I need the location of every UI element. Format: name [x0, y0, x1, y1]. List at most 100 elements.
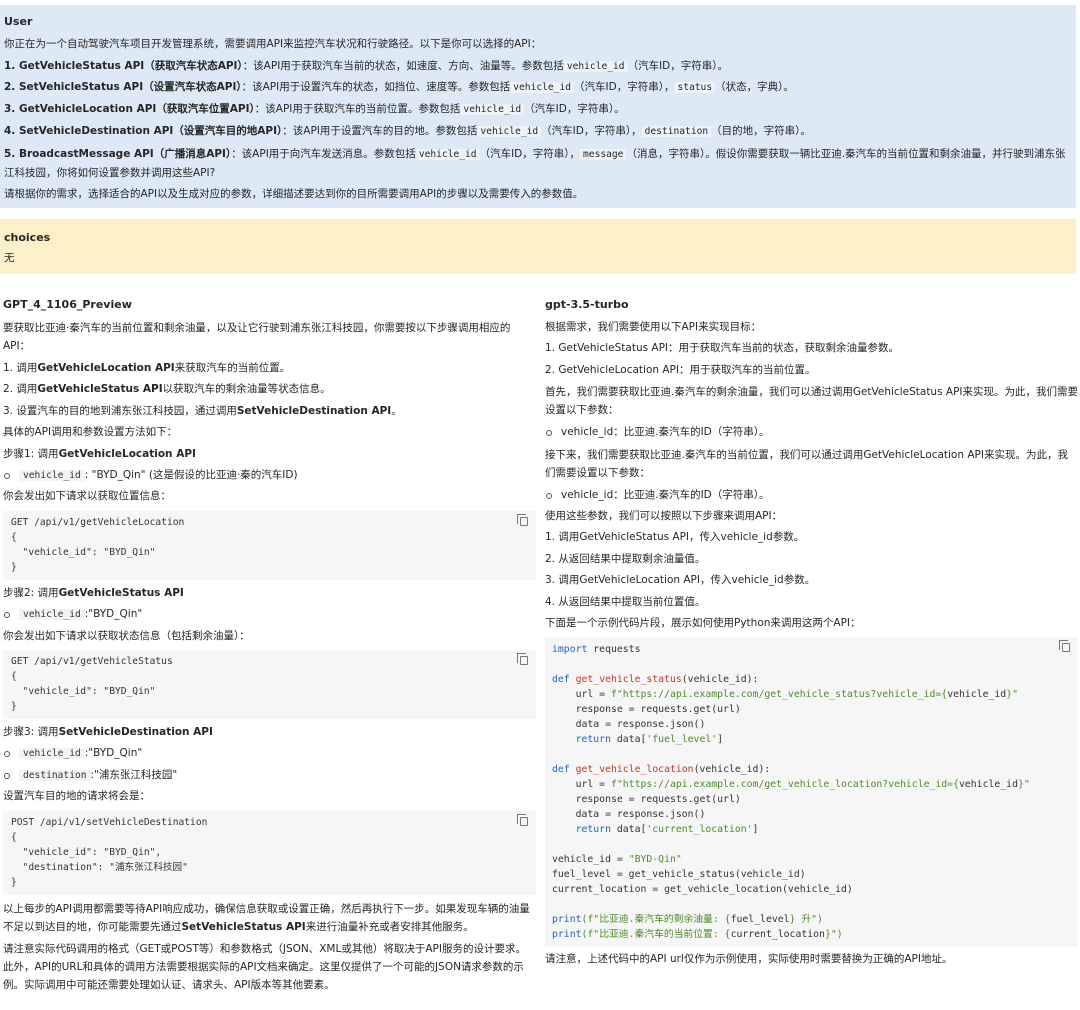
paragraph: 设置汽车目的地的请求将会是： [3, 790, 150, 803]
code-token: }" [1006, 689, 1018, 701]
paragraph: 使用这些参数，我们可以按照以下步骤来调用API： [545, 510, 783, 523]
code-token: fuel_level [730, 914, 790, 926]
text: 3. 设置汽车的目的地到浦东张江科技园，通过调用 [3, 404, 237, 417]
code-token: (f"比亚迪.秦汽车的当前位置: { [581, 929, 731, 941]
code-token: (vehicle_id): [693, 764, 771, 776]
code-token: print [552, 929, 582, 941]
code-token: 'current_location' [646, 824, 753, 836]
text: 来进行油量补充或者安排其他服务。 [305, 920, 474, 933]
code-block: GET /api/v1/getVehicleStatus { "vehicle_… [3, 650, 536, 720]
code-token: f"https://api.example.com/get_vehicle_st… [610, 689, 948, 701]
code-block: GET /api/v1/getVehicleLocation { "vehicl… [3, 510, 536, 580]
user-intro: 你正在为一个自动驾驶汽车项目开发管理系统，需要调用API来监控汽车状况和行驶路径… [4, 38, 542, 50]
copy-icon[interactable] [1059, 640, 1070, 653]
paragraph: 根据需求，我们需要使用以下API来实现目标： [545, 321, 762, 333]
text: （汽车ID，字符串）， [479, 147, 581, 160]
code-token: vehicle_id [958, 779, 1018, 791]
code-token: requests [587, 644, 641, 656]
code-block: POST /api/v1/setVehicleDestination { "ve… [3, 810, 536, 895]
api-name: GetVehicleLocation API [37, 362, 175, 374]
inline-code: vehicle_id [19, 748, 85, 760]
code-text: GET /api/v1/getVehicleLocation { "vehicl… [11, 516, 185, 573]
code-token: get_vehicle_location [575, 764, 694, 776]
user-outro: 请根据你的需求，选择适合的API以及生成对应的参数，详细描述要达到你的目所需要调… [4, 187, 584, 200]
user-message: User 你正在为一个自动驾驶汽车项目开发管理系统，需要调用API来监控汽车状况… [0, 5, 1076, 208]
code-token: import [552, 644, 588, 656]
text: （汽车ID，字符串）， [574, 81, 675, 94]
bullet-item: vehicle_id:"BYD_Qin" [3, 604, 536, 625]
code-token: (f"比亚迪.秦汽车的剩余油量: { [581, 914, 731, 926]
api-name: 1. GetVehicleStatus API（获取汽车状态API） [4, 59, 243, 72]
step-item: 1. 调用GetVehicleLocation API来获取汽车的当前位置。 [3, 358, 536, 379]
api-name: SetVehicleStatus API [181, 920, 306, 933]
bullet-item: destination:"浦东张江科技园" [3, 765, 536, 786]
choices-label: choices [4, 231, 51, 244]
bullet-item: vehicle_id:"BYD_Qin" [3, 743, 536, 764]
text: （汽车ID，字符串）， [541, 124, 642, 137]
api-item-5: 5. BroadcastMessage API（广播消息API）：该API用于向… [4, 143, 1072, 184]
inline-code: message [580, 148, 627, 160]
code-token: data = response.json() [552, 719, 706, 731]
api-name: SetVehicleDestination API [236, 404, 392, 417]
step-heading: 步骤3: 调用SetVehicleDestination API [3, 722, 536, 743]
list-item: 3. 调用GetVehicleLocation API，传入vehicle_id… [545, 574, 816, 587]
text: 。 [391, 404, 402, 417]
text: （状态，字典）。 [715, 81, 794, 94]
code-token: 'fuel_level' [646, 734, 718, 746]
step-heading: 步骤2: 调用GetVehicleStatus API [3, 583, 536, 604]
step-heading: 步骤1: 调用GetVehicleLocation API [3, 444, 536, 465]
inline-code: vehicle_id [460, 104, 525, 116]
gpt4-response: GPT_4_1106_Preview 要获取比亚迪·秦汽车的当前位置和剩余油量，… [3, 292, 536, 994]
choices-panel: choices 无 [0, 219, 1076, 274]
text: ：该API用于获取汽车的当前位置。参数包括 [254, 103, 461, 116]
text: 1. 调用 [3, 362, 38, 374]
user-label: User [4, 15, 33, 28]
paragraph: 要获取比亚迪·秦汽车的当前位置和剩余油量，以及让它行驶到浦东张江科技园，你需要按… [3, 322, 511, 352]
copy-icon[interactable] [517, 513, 528, 526]
api-name: GetVehicleStatus API [37, 383, 163, 396]
list-item: 1. 调用GetVehicleStatus API，传入vehicle_id参数… [545, 531, 805, 544]
code-token: url = [552, 779, 611, 791]
gpt35-title: gpt-3.5-turbo [545, 298, 629, 311]
paragraph: 请注意，上述代码中的API url仅作为示例使用，实际使用时需要替换为正确的AP… [545, 953, 953, 966]
inline-code: vehicle_id [415, 148, 480, 160]
code-token: current_location [730, 929, 825, 941]
api-name: 3. GetVehicleLocation API（获取汽车位置API） [4, 103, 255, 116]
choices-value: 无 [4, 252, 15, 264]
text: ：该API用于获取汽车当前的状态，如速度、方向、油量等。参数包括 [242, 59, 564, 72]
bullet-item: vehicle_id: "BYD_Qin" (这是假设的比亚迪·秦的汽车ID) [3, 465, 536, 486]
text: 来获取汽车的当前位置。 [174, 362, 291, 374]
copy-icon[interactable] [517, 813, 528, 826]
python-code-block: import requests def get_vehicle_status(v… [545, 637, 1078, 948]
api-name: 5. BroadcastMessage API（广播消息API） [4, 147, 232, 160]
text: ：该API用于向汽车发送消息。参数包括 [231, 147, 416, 160]
code-token: fuel_level = get_vehicle_status(vehicle_… [552, 869, 806, 881]
paragraph: 下面是一个示例代码片段，展示如何使用Python来调用这两个API： [545, 617, 861, 630]
code-token: }") [824, 929, 843, 941]
code-token: def [552, 674, 570, 686]
api-item-4: 4. SetVehicleDestination API（设置汽车目的地API）… [4, 121, 1072, 143]
inline-code: status [674, 82, 716, 94]
step-item: 3. 设置汽车的目的地到浦东张江科技园，通过调用SetVehicleDestin… [3, 401, 536, 422]
inline-code: destination [641, 125, 712, 137]
text: 步骤2: 调用 [3, 586, 59, 599]
text: ：该API用于设置汽车的状态，如挡位、速度等。参数包括 [241, 81, 511, 94]
inline-code: vehicle_id [510, 82, 575, 94]
api-name: 2. SetVehicleStatus API（设置汽车状态API） [4, 81, 242, 94]
copy-icon[interactable] [517, 653, 528, 666]
api-name: 4. SetVehicleDestination API（设置汽车目的地API） [4, 124, 283, 137]
text: 步骤3: 调用 [3, 726, 59, 739]
text: :"BYD_Qin" [84, 608, 143, 621]
bullet-item: vehicle_id：比亚迪.秦汽车的ID（字符串）。 [545, 485, 1078, 506]
paragraph: 以上每步的API调用都需要等待API响应成功，确保信息获取或设置正确，然后再执行… [3, 898, 536, 936]
step-item: 2. 调用GetVehicleStatus API以获取汽车的剩余油量等状态信息… [3, 379, 536, 400]
code-token: def [552, 764, 570, 776]
bullet-item: vehicle_id：比亚迪.秦汽车的ID（字符串）。 [545, 422, 1078, 443]
text: 以获取汽车的剩余油量等状态信息。 [162, 383, 331, 396]
api-name: GetVehicleStatus API [58, 586, 184, 599]
text: ：该API用于设置汽车的目的地。参数包括 [282, 124, 478, 137]
gpt35-response: gpt-3.5-turbo 根据需求，我们需要使用以下API来实现目标： 1. … [545, 292, 1078, 971]
inline-code: destination [19, 769, 91, 781]
text: （目的地，字符串）。 [711, 124, 811, 137]
code-token: return [575, 824, 611, 836]
